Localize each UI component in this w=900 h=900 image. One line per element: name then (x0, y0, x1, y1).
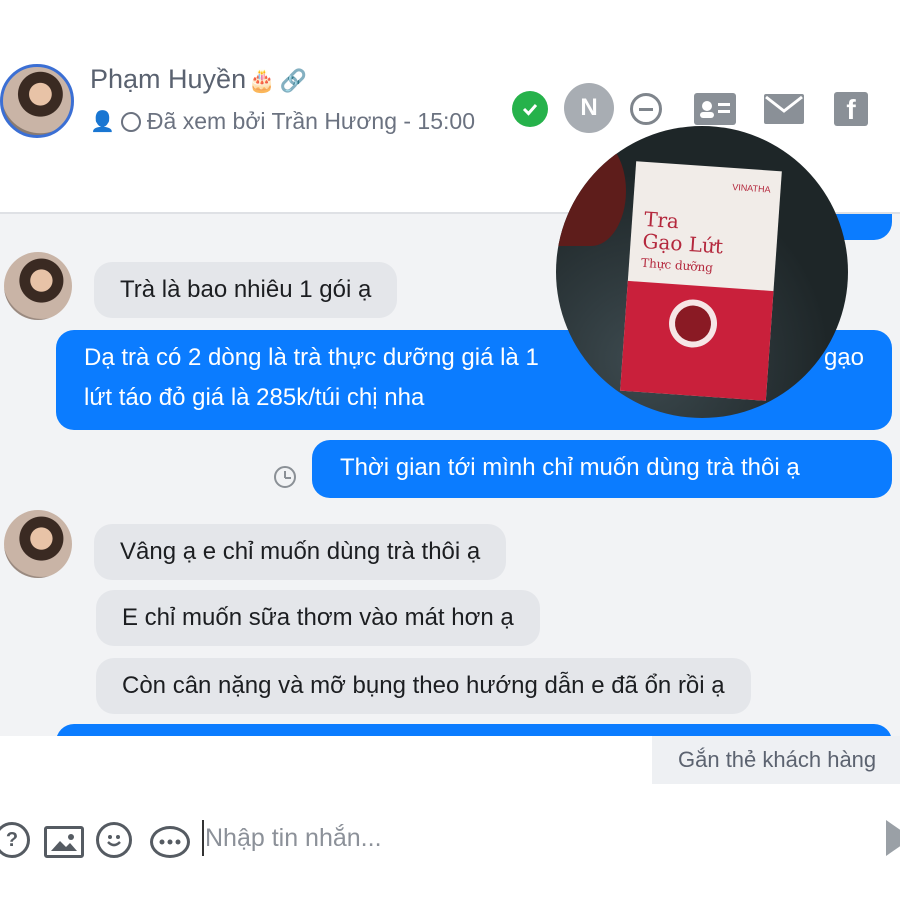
image-icon[interactable] (44, 826, 84, 858)
quick-reply-icon[interactable] (150, 826, 190, 858)
seen-status: 👤 Đã xem bởi Trần Hương - 15:00 (90, 108, 475, 135)
facebook-icon[interactable]: f (834, 92, 868, 126)
message-outgoing[interactable]: Thời gian tới mình chỉ muốn dùng trà thô… (312, 440, 892, 498)
message-incoming[interactable]: Còn cân nặng và mỡ bụng theo hướng dẫn e… (96, 658, 751, 714)
contact-avatar-small[interactable] (4, 252, 72, 320)
tea-package: VINATHA Tra Gạo Lứt Thực dưỡng (620, 161, 782, 401)
link-icon[interactable]: 🔗 (280, 68, 307, 93)
send-icon[interactable] (886, 820, 900, 856)
message-input[interactable] (205, 816, 845, 860)
message-incoming[interactable]: E chỉ muốn sữa thơm vào mát hơn ạ (96, 590, 540, 646)
contact-name-row: Phạm Huyền🎂 🔗 (90, 64, 307, 95)
person-icon: 👤 (90, 111, 115, 133)
message-incoming[interactable]: Trà là bao nhiêu 1 gói ạ (94, 262, 398, 318)
package-title: Tra Gạo Lứt Thực dưỡng (640, 207, 725, 279)
clock-small-icon (120, 111, 141, 132)
message-bubble-clipped[interactable] (56, 724, 892, 736)
message-incoming[interactable]: Vâng ạ e chỉ muốn dùng trà thôi ạ (94, 524, 507, 580)
n-badge-letter: N (580, 94, 598, 121)
package-red-band (620, 280, 774, 401)
facebook-letter: f (846, 94, 856, 125)
seen-text: Đã xem bởi Trần Hương - 15:00 (146, 108, 475, 134)
tag-customer-label: Gắn thẻ khách hàng (678, 747, 877, 772)
message-line: Dạ trà có 2 dòng là trà thực dưỡng giá l… (84, 344, 539, 371)
mail-icon[interactable] (764, 94, 804, 124)
package-brand: VINATHA (731, 181, 771, 195)
product-photo: VINATHA Tra Gạo Lứt Thực dưỡng (556, 126, 848, 418)
package-title-line: Thực dưỡng (640, 255, 714, 275)
cake-icon: 🎂 (248, 68, 276, 93)
message-line-end: gạo (823, 344, 864, 371)
text-caret (202, 820, 204, 856)
contact-card-icon[interactable] (694, 93, 736, 125)
emoji-icon[interactable] (96, 822, 132, 858)
contact-avatar[interactable] (0, 64, 74, 138)
clock-icon (274, 466, 296, 488)
tea-cup (556, 136, 626, 246)
n-badge-icon[interactable]: N (564, 83, 614, 133)
contact-name[interactable]: Phạm Huyền (90, 64, 246, 94)
contact-avatar-small[interactable] (4, 510, 72, 578)
check-circle-icon[interactable] (512, 91, 548, 127)
tag-customer-button[interactable]: Gắn thẻ khách hàng (652, 736, 900, 784)
minus-circle-icon[interactable] (630, 93, 662, 125)
